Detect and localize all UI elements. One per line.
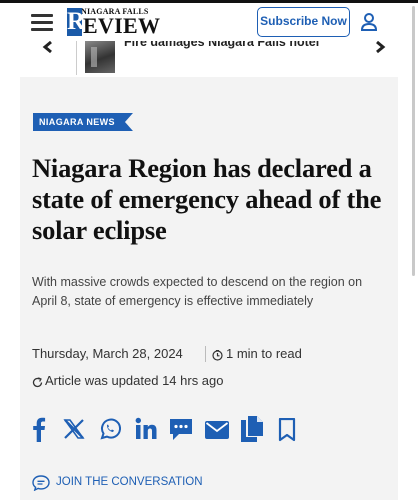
read-time: 1 min to read — [226, 346, 302, 361]
clock-icon — [212, 348, 223, 361]
chevron-right-icon[interactable] — [373, 41, 387, 57]
logo-main-text: EVIEW — [83, 13, 161, 38]
comment-icon[interactable] — [169, 418, 193, 444]
publish-date: Thursday, March 28, 2024 — [32, 346, 183, 361]
site-header: NIAGARA FALLS R EVIEW Subscribe Now — [0, 3, 418, 41]
x-icon[interactable] — [63, 418, 85, 444]
meta-divider — [205, 346, 206, 362]
join-conversation-label: JOIN THE CONVERSATION — [56, 476, 203, 488]
article-subheadline: With massive crowds expected to descend … — [32, 275, 363, 308]
hamburger-icon[interactable] — [31, 14, 53, 32]
article-headline: Niagara Region has declared a state of e… — [32, 153, 382, 245]
facebook-icon[interactable] — [32, 416, 46, 442]
join-conversation-link[interactable]: JOIN THE CONVERSATION — [32, 474, 203, 492]
user-icon[interactable] — [360, 12, 378, 32]
story-thumbnail[interactable] — [85, 41, 115, 73]
related-story-title[interactable]: Fire damages Niagara Falls hotel — [124, 41, 319, 49]
subscribe-button[interactable]: Subscribe Now — [257, 7, 350, 37]
chat-bubble-icon — [32, 475, 50, 492]
bookmark-icon[interactable] — [278, 418, 296, 444]
chevron-left-icon[interactable] — [41, 41, 55, 57]
scrollbar[interactable] — [412, 6, 415, 276]
refresh-icon — [32, 375, 43, 388]
strip-divider — [76, 41, 77, 75]
related-story-strip: Fire damages Niagara Falls hotel — [0, 41, 418, 77]
updated-timestamp: Article was updated 14 hrs ago — [45, 373, 224, 388]
copy-icon[interactable] — [241, 416, 263, 442]
category-tag[interactable]: NIAGARA NEWS — [33, 113, 133, 131]
email-icon[interactable] — [205, 421, 229, 447]
logo-initial: R — [67, 8, 86, 36]
whatsapp-icon[interactable] — [99, 417, 121, 443]
linkedin-icon[interactable] — [135, 417, 157, 443]
site-logo[interactable]: NIAGARA FALLS R EVIEW — [67, 6, 177, 38]
